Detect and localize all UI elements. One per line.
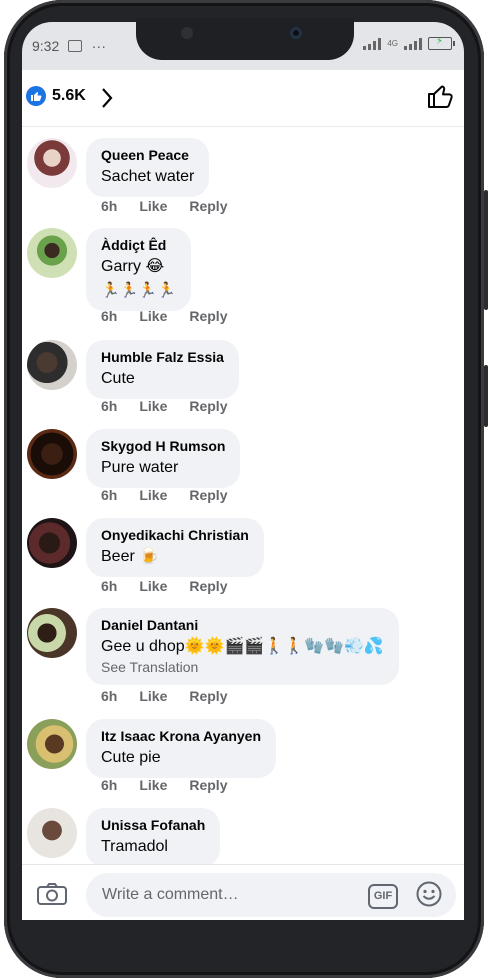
comment-text: Sachet water (101, 168, 195, 185)
comment-bubble[interactable]: Itz Isaac Krona Ayanyen Cute pie (86, 719, 277, 778)
avatar[interactable] (27, 340, 77, 390)
chevron-right-icon[interactable] (100, 87, 114, 109)
camera-icon[interactable] (37, 883, 67, 905)
comment-time: 6h (101, 578, 118, 594)
comment-actions: 6h Like Reply (101, 487, 249, 503)
comment-bubble[interactable]: Queen Peace Sachet water (86, 138, 210, 197)
comment-time: 6h (101, 398, 118, 414)
status-more-icon: ... (92, 35, 107, 51)
comment-text: Gee u dhop🌞🌞🎬🎬🚶🚶🧤🧤💨💦 (101, 638, 384, 655)
comment-input[interactable]: Write a comment… GIF (86, 873, 456, 917)
avatar[interactable] (27, 518, 77, 568)
like-button[interactable]: Like (139, 688, 167, 704)
avatar[interactable] (27, 719, 77, 769)
like-button[interactable]: Like (139, 487, 167, 503)
comment-bubble[interactable]: Humble Falz Essia Cute (86, 340, 239, 399)
reply-button[interactable]: Reply (189, 777, 227, 793)
like-button[interactable]: Like (139, 578, 167, 594)
reactions-header[interactable]: 5.6K (22, 70, 464, 127)
reply-button[interactable]: Reply (189, 487, 227, 503)
smiley-icon[interactable] (416, 881, 442, 907)
commenter-name[interactable]: Queen Peace (101, 146, 194, 164)
gallery-status-icon (68, 40, 82, 52)
comment-time: 6h (101, 487, 118, 503)
commenter-name[interactable]: Itz Isaac Krona Ayanyen (101, 727, 261, 745)
commenter-name[interactable]: Skygod H Rumson (101, 437, 225, 455)
comment-time: 6h (101, 688, 118, 704)
signal-icon (363, 37, 382, 50)
avatar[interactable] (27, 138, 77, 188)
comment-text: Cute (101, 370, 135, 387)
avatar[interactable] (27, 228, 77, 278)
reply-button[interactable]: Reply (189, 688, 227, 704)
side-button-volume (484, 365, 488, 427)
comment-time: 6h (101, 198, 118, 214)
comment-actions: 6h Like Reply (101, 308, 249, 324)
reply-button[interactable]: Reply (189, 308, 227, 324)
comment-placeholder: Write a comment… (102, 886, 239, 903)
comment-time: 6h (101, 777, 118, 793)
comment-bubble[interactable]: Skygod H Rumson Pure water (86, 429, 241, 488)
status-bar: 9:32 ... 4G ⚡ (22, 34, 464, 60)
like-button[interactable]: Like (139, 777, 167, 793)
comment-actions: 6h Like Reply (101, 777, 249, 793)
commenter-name[interactable]: Daniel Dantani (101, 616, 384, 634)
comment-actions: 6h Like Reply (101, 198, 249, 214)
comment-text: Pure water (101, 459, 179, 476)
comment-bubble[interactable]: Daniel Dantani Gee u dhop🌞🌞🎬🎬🚶🚶🧤🧤💨💦 See … (86, 608, 399, 685)
comment-actions: 6h Like Reply (101, 688, 249, 704)
comment-actions: 6h Like Reply (101, 398, 249, 414)
commenter-name[interactable]: Humble Falz Essia (101, 348, 224, 366)
commenter-name[interactable]: Onyedikachi Christian (101, 526, 249, 544)
comment-time: 6h (101, 308, 118, 324)
commenter-name[interactable]: Unissa Fofanah (101, 816, 205, 834)
like-button[interactable]: Like (139, 308, 167, 324)
avatar[interactable] (27, 429, 77, 479)
comment-actions: 6h Like Reply (101, 578, 249, 594)
reply-button[interactable]: Reply (189, 398, 227, 414)
like-count: 5.6K (52, 87, 86, 104)
comment-text: Tramadol (101, 838, 168, 855)
like-badge-icon (26, 86, 46, 106)
comment-bubble[interactable]: Onyedikachi Christian Beer 🍺 (86, 518, 264, 577)
comment-text: Garry 😂 (101, 258, 165, 275)
gif-icon[interactable]: GIF (368, 884, 398, 909)
thumbs-up-icon[interactable] (426, 82, 454, 110)
comment-text: Cute pie (101, 749, 161, 766)
comment-bubble[interactable]: Àddiçt Êd Garry 😂 🏃🏃🏃🏃 (86, 228, 191, 311)
network-label: 4G (387, 38, 398, 48)
avatar[interactable] (27, 808, 77, 858)
comment-bubble[interactable]: Unissa Fofanah Tramadol (86, 808, 221, 867)
reply-button[interactable]: Reply (189, 578, 227, 594)
comment-text: Beer 🍺 (101, 548, 160, 565)
reply-button[interactable]: Reply (189, 198, 227, 214)
commenter-name[interactable]: Àddiçt Êd (101, 236, 176, 254)
comment-text-emoji: 🏃🏃🏃🏃 (101, 282, 176, 299)
avatar[interactable] (27, 608, 77, 658)
signal-icon-2 (404, 37, 422, 50)
see-translation-link[interactable]: See Translation (101, 658, 384, 676)
like-button[interactable]: Like (139, 198, 167, 214)
comments-screen: 5.6K Queen Peace Sachet water 6h Like Re… (22, 70, 464, 920)
comment-composer: Write a comment… GIF (22, 864, 464, 920)
battery-icon: ⚡ (428, 36, 455, 50)
status-right: 4G ⚡ (363, 36, 455, 50)
like-button[interactable]: Like (139, 398, 167, 414)
side-button-power (484, 190, 488, 310)
status-time: 9:32 (32, 38, 60, 54)
